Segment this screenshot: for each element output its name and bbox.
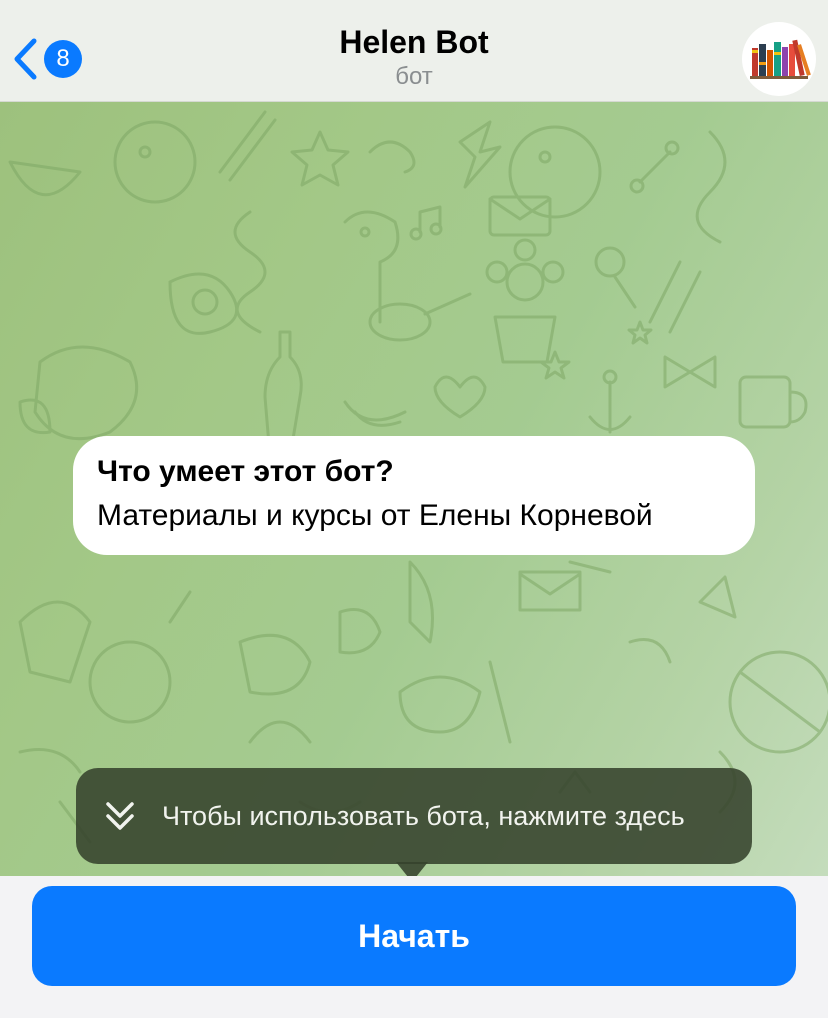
bot-info-description: Материалы и курсы от Елены Корневой [97,499,653,532]
bot-info-title: Что умеет этот бот? [97,455,394,488]
chat-subtitle: бот [395,63,433,90]
chat-title-block[interactable]: Helen Bot бот [200,22,628,92]
tooltip-text: Чтобы использовать бота, нажмите здесь [162,800,685,831]
bookshelf-avatar-icon [750,39,811,79]
bot-info-bubble: Что умеет этот бот? Материалы и курсы от… [73,436,755,555]
chevron-left-icon [14,38,37,80]
unread-count-badge: 8 [44,40,82,78]
start-hint-tooltip[interactable]: Чтобы использовать бота, нажмите здесь [76,768,752,864]
start-button[interactable]: Начать [32,886,796,986]
chat-title: Helen Bot [339,24,489,60]
back-button[interactable]: 8 [12,34,92,84]
chat-header: 8 Helen Bot бот [0,0,828,102]
bot-avatar[interactable] [742,22,816,96]
double-chevron-down-icon [106,802,134,830]
chat-screen: 8 Helen Bot бот Что умеет этот бот? Мате… [0,0,828,1018]
